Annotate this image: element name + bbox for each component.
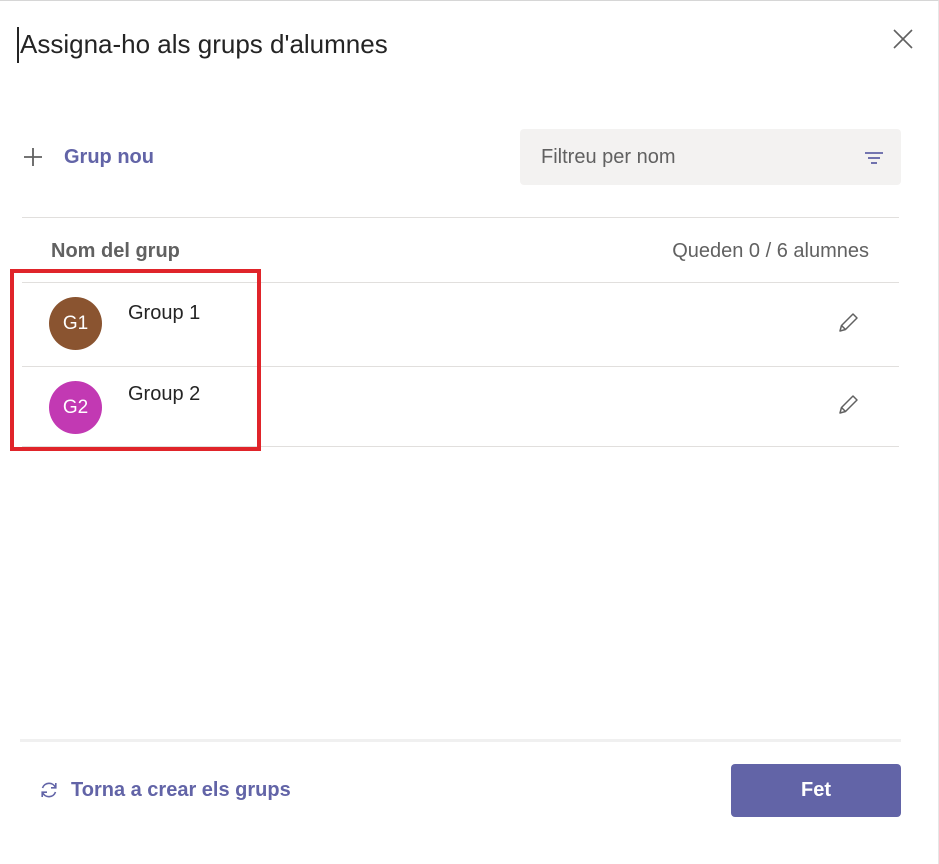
- pencil-icon: [839, 395, 858, 414]
- remaining-students-count: Queden 0 / 6 alumnes: [672, 240, 869, 262]
- column-header-group-name: Nom del grup: [51, 240, 180, 262]
- recreate-groups-button[interactable]: Torna a crear els grups: [38, 774, 291, 806]
- refresh-icon: [41, 782, 57, 798]
- filter-by-name-input[interactable]: [539, 144, 863, 170]
- done-button[interactable]: Fet: [731, 764, 901, 817]
- new-group-label: Grup nou: [64, 145, 154, 168]
- plus-icon: [24, 148, 42, 166]
- group-row[interactable]: G1 Group 1: [22, 283, 899, 365]
- filter-icon[interactable]: [863, 148, 885, 168]
- avatar: G1: [49, 297, 102, 350]
- divider: [22, 446, 899, 447]
- assign-groups-dialog: Assigna-ho als grups d'alumnes Grup nou …: [0, 0, 939, 864]
- avatar: G2: [49, 381, 102, 434]
- group-row[interactable]: G2 Group 2: [22, 367, 899, 449]
- pencil-icon: [839, 313, 858, 332]
- divider: [22, 217, 899, 218]
- group-name: Group 1: [128, 302, 201, 324]
- avatar-initials: G2: [62, 396, 89, 418]
- filter-box: [520, 129, 901, 185]
- new-group-button[interactable]: Grup nou: [22, 139, 154, 175]
- footer-divider: [20, 739, 901, 742]
- edit-group-button[interactable]: [834, 391, 862, 419]
- close-button[interactable]: [887, 23, 919, 55]
- group-name: Group 2: [128, 383, 201, 405]
- avatar-initials: G1: [62, 312, 89, 334]
- recreate-groups-label: Torna a crear els grups: [71, 778, 291, 801]
- text-cursor: [17, 27, 19, 63]
- close-icon: [893, 29, 913, 49]
- edit-group-button[interactable]: [834, 309, 862, 337]
- dialog-title: Assigna-ho als grups d'alumnes: [20, 29, 388, 59]
